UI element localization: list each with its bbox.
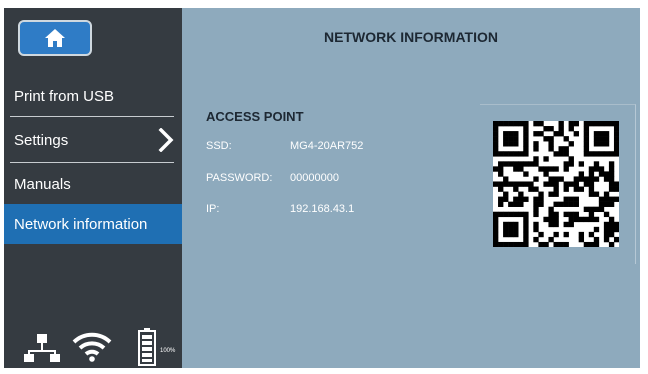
device-screen: Print from USB Settings Manuals Network …: [4, 8, 640, 368]
menu-item-label: Network information: [14, 215, 148, 233]
page-title: NETWORK INFORMATION: [324, 29, 498, 45]
menu-item-label: Manuals: [14, 175, 71, 193]
chevron-right-icon: [158, 128, 174, 152]
menu-item-manuals[interactable]: Manuals: [4, 164, 182, 204]
ip-value: 192.168.43.1: [290, 203, 355, 215]
password-label: PASSWORD:: [206, 172, 273, 184]
menu-item-settings[interactable]: Settings: [4, 120, 182, 160]
ip-label: IP:: [206, 203, 220, 215]
qr-code-image: [493, 121, 620, 248]
network-icon: [24, 334, 60, 362]
ssid-value: MG4-20AR752: [290, 140, 364, 152]
menu-item-network-information[interactable]: Network information: [4, 204, 182, 244]
menu-item-label: Settings: [14, 131, 69, 149]
home-icon: [45, 29, 65, 47]
sidebar: Print from USB Settings Manuals Network …: [4, 8, 182, 368]
section-title: ACCESS POINT: [206, 109, 304, 124]
menu-item-label: Print from USB: [14, 87, 115, 105]
menu-item-print-from-usb[interactable]: Print from USB: [4, 76, 182, 116]
wifi-icon: [72, 332, 112, 362]
battery-icon: [138, 328, 156, 366]
home-button[interactable]: [18, 20, 92, 56]
battery-level: 100%: [160, 348, 176, 354]
qr-code: [493, 121, 620, 248]
menu-divider: [10, 116, 174, 117]
password-value: 00000000: [290, 172, 339, 184]
ssid-label: SSD:: [206, 140, 232, 152]
menu-divider: [10, 162, 174, 163]
